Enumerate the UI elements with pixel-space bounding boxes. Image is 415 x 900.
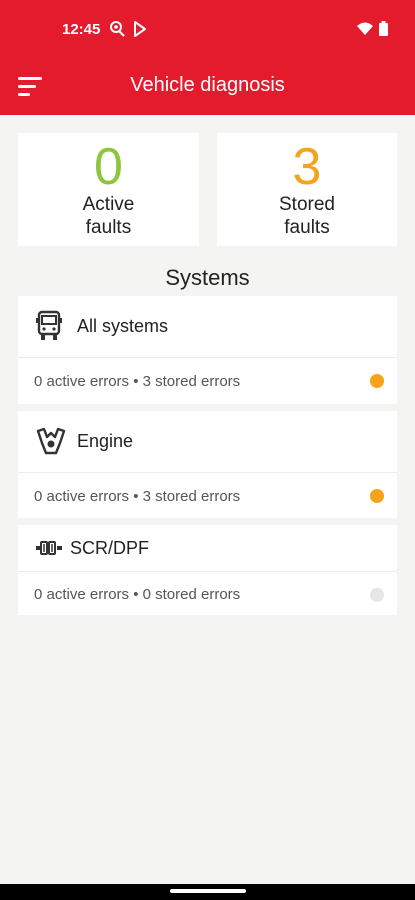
- status-time: 12:45: [62, 21, 101, 38]
- system-name: SCR/DPF: [70, 538, 150, 558]
- status-bar: 12:45: [0, 0, 415, 60]
- wifi-icon: [357, 22, 373, 41]
- status-dot: [370, 588, 384, 602]
- stored-faults-label: Stored faults: [279, 194, 335, 238]
- active-faults-label: Active faults: [82, 194, 135, 238]
- system-name: Engine: [77, 431, 134, 451]
- home-handle[interactable]: [170, 889, 246, 893]
- system-card-engine[interactable]: Engine 0 active errors • 3 stored errors: [18, 411, 397, 518]
- system-card-scr-dpf[interactable]: SCR/DPF 0 active errors • 0 stored error…: [18, 525, 397, 615]
- system-status: 0 active errors • 0 stored errors: [34, 586, 241, 603]
- exhaust-filter-icon: [36, 540, 62, 561]
- play-store-icon: [133, 20, 147, 43]
- system-status: 0 active errors • 3 stored errors: [34, 373, 241, 390]
- status-dot: [370, 489, 384, 503]
- systems-heading: Systems: [165, 265, 250, 290]
- system-status: 0 active errors • 3 stored errors: [34, 488, 241, 505]
- divider: [18, 472, 397, 473]
- system-name: All systems: [77, 316, 169, 336]
- system-card-all-systems[interactable]: All systems 0 active errors • 3 stored e…: [18, 296, 397, 404]
- system-nav-bar: [0, 884, 415, 900]
- active-faults-card[interactable]: 0 Active faults: [18, 133, 199, 246]
- battery-icon: [379, 21, 388, 41]
- truck-icon: [36, 310, 62, 347]
- stored-faults-card[interactable]: 3 Stored faults: [217, 133, 397, 246]
- active-faults-count: 0: [94, 138, 123, 196]
- location-icon: [109, 20, 125, 43]
- stored-faults-count: 3: [292, 138, 322, 196]
- divider: [18, 357, 397, 358]
- divider: [18, 571, 397, 572]
- page-title: Vehicle diagnosis: [130, 74, 285, 96]
- engine-icon: [36, 427, 66, 460]
- app-bar: 12:45 Vehicle diagnosis: [0, 0, 415, 115]
- status-dot: [370, 374, 384, 388]
